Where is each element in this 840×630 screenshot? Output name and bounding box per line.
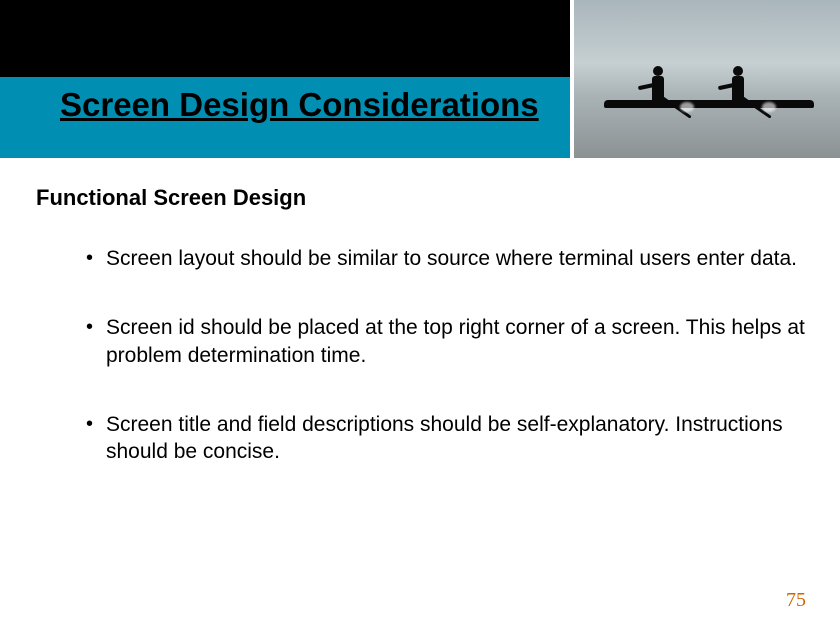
bullet-item: Screen title and field descriptions shou… bbox=[86, 411, 806, 466]
rower-silhouette bbox=[724, 62, 750, 102]
water-splash bbox=[680, 102, 694, 112]
slide: Screen Design Considerations Functional … bbox=[0, 0, 840, 630]
header-black-strip bbox=[0, 0, 570, 77]
boat-silhouette bbox=[604, 100, 814, 108]
rower-silhouette bbox=[644, 62, 670, 102]
bullet-list: Screen layout should be similar to sourc… bbox=[36, 245, 806, 465]
slide-subtitle: Functional Screen Design bbox=[36, 185, 806, 211]
slide-content: Functional Screen Design Screen layout s… bbox=[36, 185, 806, 507]
hero-image-rowers bbox=[570, 0, 840, 158]
bullet-item: Screen id should be placed at the top ri… bbox=[86, 314, 806, 369]
header-band: Screen Design Considerations bbox=[0, 0, 840, 158]
bullet-item: Screen layout should be similar to sourc… bbox=[86, 245, 806, 272]
page-number: 75 bbox=[786, 589, 806, 612]
slide-title: Screen Design Considerations bbox=[60, 86, 539, 124]
water-splash bbox=[762, 102, 776, 112]
